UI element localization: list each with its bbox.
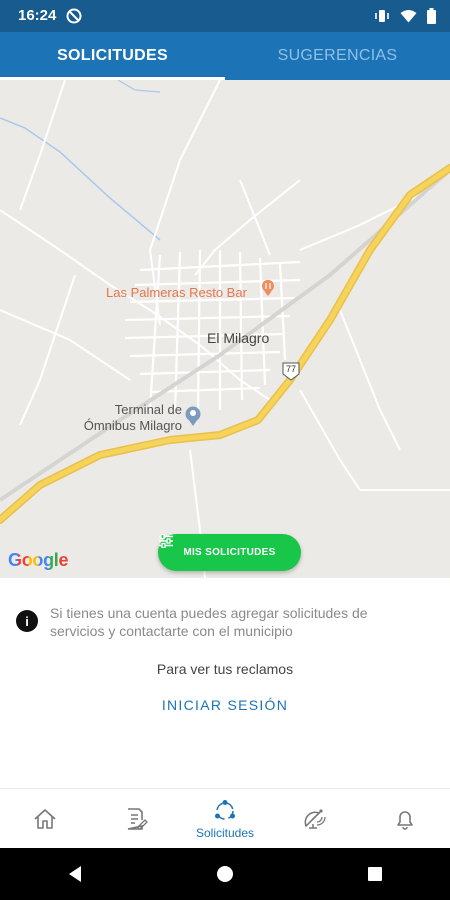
filter-sliders-icon	[159, 534, 173, 548]
info-section: i Si tienes una cuenta puedes agregar so…	[0, 578, 450, 788]
system-nav-bar	[0, 848, 450, 900]
nav-item-requests-edit[interactable]	[90, 789, 180, 849]
login-button[interactable]: INICIAR SESIÓN	[0, 697, 450, 713]
bell-icon	[397, 811, 413, 830]
nav-item-notifications[interactable]	[360, 789, 450, 849]
tab-solicitudes[interactable]: SOLICITUDES	[0, 32, 225, 80]
recents-button[interactable]	[355, 854, 395, 894]
home-circle-icon	[217, 866, 233, 882]
terminal-label[interactable]: Terminal de Ómnibus Milagro	[70, 402, 182, 434]
bottom-nav: Solicitudes	[0, 788, 450, 849]
solicitudes-icon	[215, 800, 235, 820]
map-view[interactable]: Las Palmeras Resto Bar El Milagro Termin…	[0, 80, 450, 578]
wifi-icon	[400, 10, 417, 23]
back-triangle-icon	[69, 866, 81, 882]
tab-sugerencias-label: SUGERENCIAS	[277, 47, 398, 64]
terminal-label-line1: Terminal de	[114, 402, 182, 417]
back-button[interactable]	[55, 854, 95, 894]
terminal-label-line2: Ómnibus Milagro	[83, 418, 182, 433]
tab-sugerencias[interactable]: SUGERENCIAS	[225, 32, 450, 80]
nav-item-satellite[interactable]	[270, 789, 360, 849]
info-message-row: i Si tienes una cuenta puedes agregar so…	[16, 604, 410, 640]
route-number: 77	[285, 364, 296, 374]
restaurant-pin-icon	[262, 280, 274, 296]
google-logo-text: Google	[8, 550, 69, 570]
tab-solicitudes-label: SOLICITUDES	[57, 47, 168, 64]
status-bar: 16:24	[0, 0, 450, 32]
bus-terminal-pin-icon	[185, 406, 201, 426]
satellite-icon	[304, 809, 326, 829]
recents-square-icon	[368, 867, 382, 881]
home-icon	[34, 809, 56, 829]
nav-item-solicitudes[interactable]: Solicitudes	[180, 789, 270, 849]
nav-item-home[interactable]	[0, 789, 90, 849]
restaurant-label[interactable]: Las Palmeras Resto Bar	[106, 285, 247, 301]
tab-bar: SOLICITUDES SUGERENCIAS	[0, 32, 450, 80]
map-roads	[0, 80, 450, 578]
google-logo: Google	[8, 550, 69, 571]
vibrate-icon	[375, 10, 389, 22]
status-time: 16:24	[18, 7, 57, 24]
edit-document-icon	[127, 808, 148, 830]
info-message: Si tienes una cuenta puedes agregar soli…	[50, 605, 368, 639]
mis-solicitudes-label: MIS SOLICITUDES	[183, 547, 276, 558]
notification-icon	[66, 8, 82, 24]
reclamos-prompt: Para ver tus reclamos	[156, 661, 294, 677]
town-label: El Milagro	[207, 330, 270, 346]
nav-label-solicitudes: Solicitudes	[195, 826, 255, 840]
home-system-button[interactable]	[205, 854, 245, 894]
info-icon: i	[16, 610, 38, 632]
mis-solicitudes-button[interactable]: MIS SOLICITUDES	[158, 534, 301, 571]
status-icons	[374, 8, 436, 24]
battery-icon	[427, 8, 436, 24]
